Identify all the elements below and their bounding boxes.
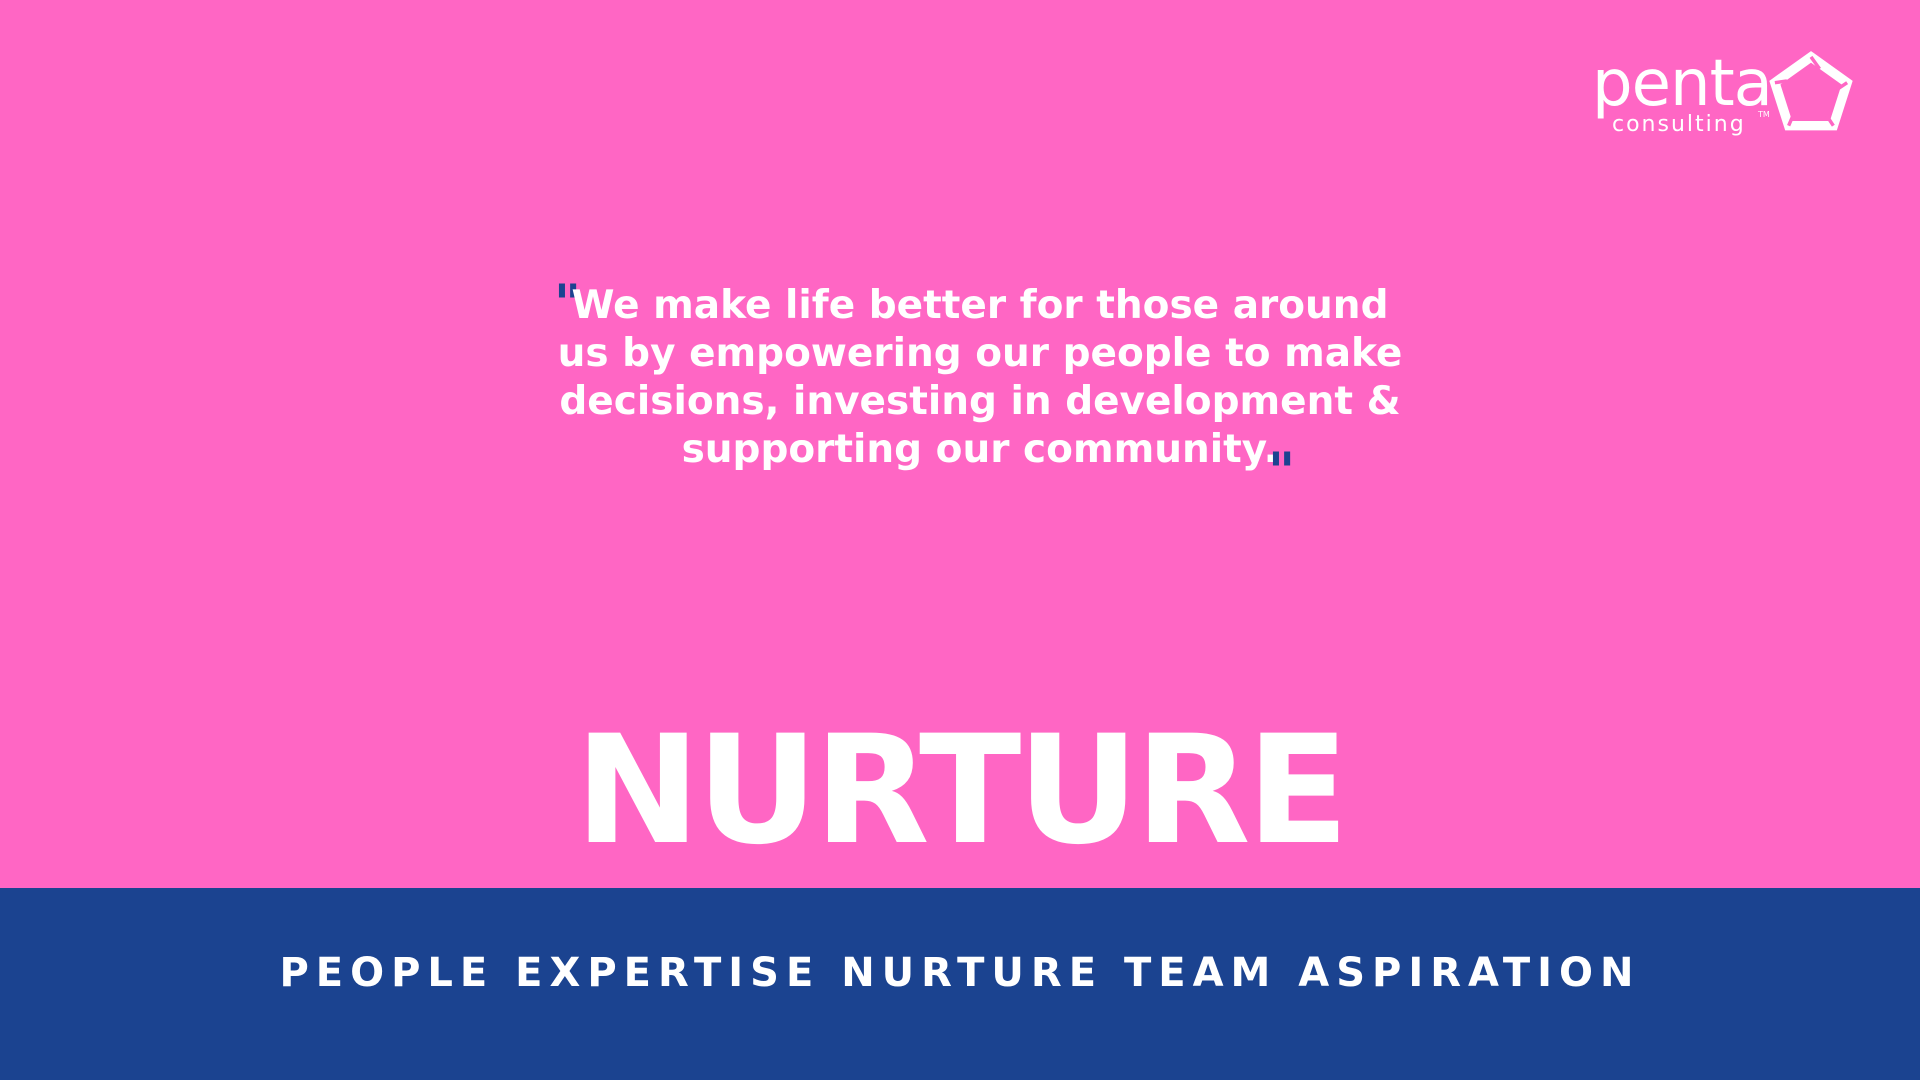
headline: NURTURE <box>574 704 1349 878</box>
pentagon-logo-icon <box>1769 51 1853 131</box>
closing-quote-mark: " <box>1268 442 1296 502</box>
penta-consulting-logo: penta consulting TM <box>1588 48 1858 148</box>
values-line: PEOPLE EXPERTISE NURTURE TEAM ASPIRATION <box>279 950 1641 996</box>
logo-subtitle: consulting <box>1612 112 1746 137</box>
logo-wordmark: penta <box>1592 47 1773 121</box>
